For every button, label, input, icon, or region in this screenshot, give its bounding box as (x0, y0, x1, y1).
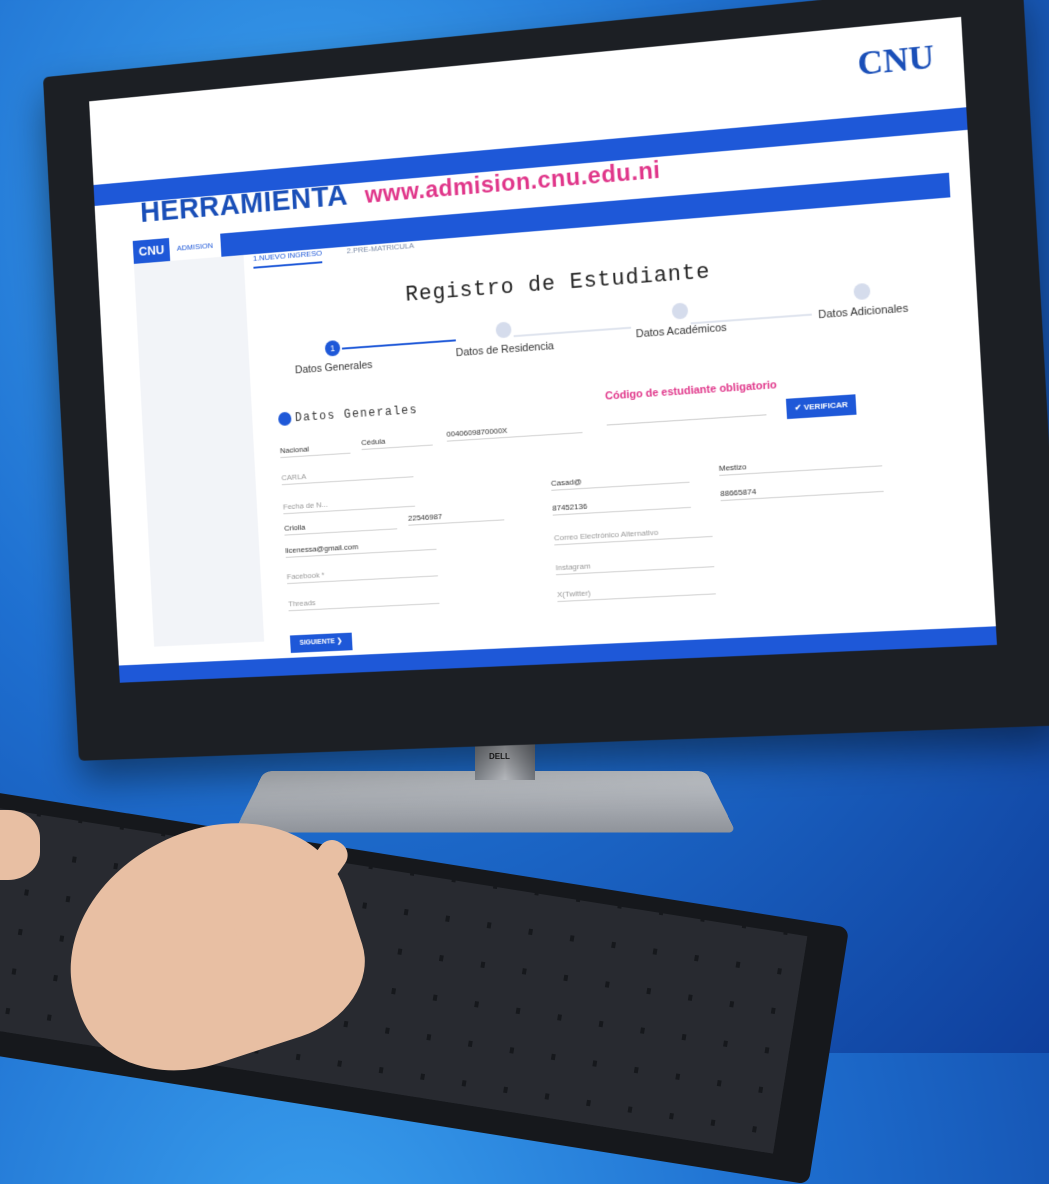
field-value: 0040609870000X (446, 426, 507, 439)
field-placeholder: Threads (288, 598, 316, 608)
step-datos-residencia[interactable]: Datos de Residencia (426, 316, 583, 361)
field-placeholder: Correo Electrónico Alternativo (554, 528, 659, 543)
field-value: 88665874 (720, 487, 756, 498)
step-label: Datos Generales (295, 359, 373, 376)
monitor-screen: CNU HERRAMIENTA www.admision.cnu.edu.ni C… (89, 17, 997, 683)
step-label: Datos Académicos (636, 322, 728, 341)
nacionalidad-select[interactable]: Nacional (280, 442, 351, 458)
step-label: Datos de Residencia (455, 340, 554, 359)
field-value: 87452136 (552, 502, 587, 513)
scene: DELL CNU HERRAMIENTA www.admision.cnu.edu… (0, 0, 1049, 1053)
field-value: licenessa@gmail.com (285, 542, 358, 555)
correo-input[interactable]: licenessa@gmail.com (285, 538, 436, 558)
celular-input[interactable]: 88665874 (720, 480, 884, 502)
step-dot (495, 321, 511, 338)
lengua-materna-select[interactable]: Criolla (284, 518, 397, 536)
field-value: Casad@ (551, 477, 582, 488)
etnia-select[interactable]: Mestizo (719, 454, 883, 476)
stand-brand-logo: DELL (489, 752, 510, 761)
field-placeholder: X(Twitter) (557, 588, 591, 599)
step-dot: 1 (325, 340, 341, 357)
code-required-label: Código de estudiante obligatorio (605, 379, 777, 402)
cnu-logo-text: CNU (857, 38, 935, 83)
telefono-fijo-input[interactable]: 87452136 (552, 496, 691, 516)
next-button[interactable]: SIGUIENTE ❯ (290, 633, 352, 653)
app-sidebar (134, 255, 264, 647)
instagram-input[interactable]: Instagram (555, 555, 714, 575)
step-datos-academicos[interactable]: Datos Académicos (600, 297, 761, 343)
correo-alternativo-input[interactable]: Correo Electrónico Alternativo (554, 525, 713, 546)
student-code-input[interactable] (606, 405, 766, 425)
step-label: Datos Adicionales (818, 303, 909, 322)
field-value: CARLA (281, 472, 306, 482)
verify-button[interactable]: ✔ VERIFICAR (786, 394, 857, 419)
field-value: Nacional (280, 445, 309, 456)
user-icon (278, 412, 292, 426)
estado-civil-select[interactable]: Casad@ (551, 471, 690, 491)
telefono-input[interactable]: 22546987 (408, 508, 504, 525)
threads-input[interactable]: Threads (288, 592, 439, 611)
field-placeholder: Instagram (555, 562, 590, 573)
cnu-logo: CNU (857, 38, 935, 84)
primer-nombre-input[interactable]: CARLA (281, 465, 413, 485)
section-title: Datos Generales (278, 403, 418, 426)
xtwitter-input[interactable]: X(Twitter) (557, 582, 716, 602)
section-title-text: Datos Generales (295, 403, 419, 425)
registration-form: 1.NUEVO INGRESO 2.PRE-MATRICULA Registro… (253, 196, 986, 660)
monitor: CNU HERRAMIENTA www.admision.cnu.edu.ni C… (43, 0, 1049, 761)
field-value: Cédula (361, 437, 385, 447)
fecha-nacimiento-input[interactable]: Fecha de N... (283, 495, 415, 514)
monitor-base (234, 771, 736, 833)
step-datos-generales[interactable]: 1 Datos Generales (258, 335, 410, 379)
tipo-identificacion-select[interactable]: Cédula (361, 434, 433, 450)
field-value: Mestizo (719, 462, 747, 473)
identificacion-input[interactable]: 0040609870000X (446, 421, 582, 442)
app-brand[interactable]: CNU (138, 242, 164, 258)
form-title: Registro de Estudiante (405, 259, 711, 307)
field-value: Criolla (284, 523, 306, 533)
facebook-input[interactable]: Facebook * (287, 565, 438, 585)
stepper: 1 Datos Generales Datos de Residencia Da… (258, 296, 949, 395)
step-dot (672, 302, 689, 319)
field-value: 22546987 (408, 512, 442, 523)
step-dot (853, 283, 870, 301)
field-placeholder: Facebook * (287, 570, 325, 581)
step-datos-adicionales[interactable]: Datos Adicionales (780, 277, 947, 324)
field-placeholder: Fecha de N... (283, 500, 328, 511)
